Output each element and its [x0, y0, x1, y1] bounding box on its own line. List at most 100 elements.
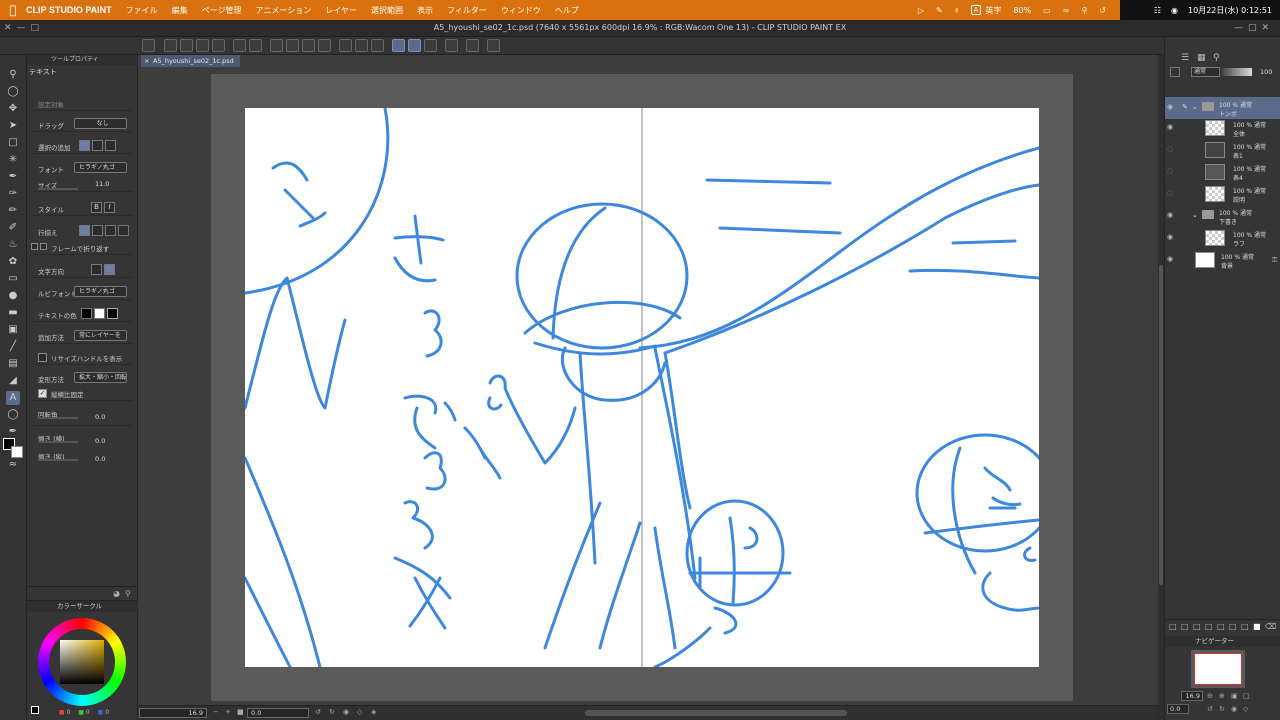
- visibility-eye-icon[interactable]: ◉: [1167, 103, 1176, 111]
- visibility-eye-icon[interactable]: ◉: [1167, 211, 1176, 219]
- gradient-tool-icon[interactable]: ▣: [6, 323, 20, 337]
- battery-icon[interactable]: ▭: [1043, 6, 1051, 15]
- nav-flip-icon[interactable]: ◇: [1243, 705, 1248, 713]
- clip-studio-icon[interactable]: [142, 39, 155, 52]
- size-value[interactable]: 11.0: [95, 180, 109, 188]
- menu-selection[interactable]: 選択範囲: [371, 5, 403, 16]
- snap-special-ruler-icon[interactable]: [408, 39, 421, 52]
- nav-zoom-out-icon[interactable]: ⊖: [1207, 692, 1213, 700]
- loading-icon[interactable]: [270, 39, 283, 52]
- close-tab-icon[interactable]: ×: [144, 55, 149, 67]
- ruler-tool-icon[interactable]: ◢: [6, 374, 20, 388]
- keep-ratio-checkbox[interactable]: ✓: [38, 389, 47, 398]
- control-center-icon[interactable]: ☷: [1154, 6, 1161, 15]
- text-color-main-swatch[interactable]: [81, 308, 92, 319]
- decoration-tool-icon[interactable]: ✿: [6, 255, 20, 269]
- deselect-icon[interactable]: [339, 39, 352, 52]
- auto-select-tool-icon[interactable]: ✳: [6, 153, 20, 167]
- mask-icon[interactable]: □: [1229, 622, 1237, 631]
- zoom-field[interactable]: 16.9: [139, 708, 207, 718]
- new-raster-layer-icon[interactable]: □: [1169, 622, 1177, 631]
- nav-rotate-right-icon[interactable]: ↻: [1219, 705, 1225, 713]
- resize-handle-checkbox[interactable]: [38, 353, 47, 362]
- fill-icon[interactable]: [302, 39, 315, 52]
- size-slider[interactable]: [38, 188, 78, 190]
- tool-property-header[interactable]: ツールプロパティ: [27, 55, 138, 65]
- save-icon[interactable]: [196, 39, 209, 52]
- navigator-rotation-field[interactable]: 0.0: [1167, 704, 1189, 714]
- saturation-value-square[interactable]: [60, 640, 104, 684]
- merge-down-icon[interactable]: □: [1217, 622, 1225, 631]
- eraser-tool-icon[interactable]: ▭: [6, 272, 20, 286]
- frame-wrap-checkbox[interactable]: [40, 243, 47, 250]
- expand-icon[interactable]: [31, 243, 38, 250]
- align-start-icon[interactable]: [79, 225, 90, 236]
- layer-tab-icon[interactable]: ☰: [1181, 53, 1189, 63]
- add-method-select[interactable]: 常にレイヤーを: [74, 330, 127, 341]
- invert-selection-icon[interactable]: [355, 39, 368, 52]
- transparent-color-icon[interactable]: ≈: [6, 458, 20, 472]
- eyedropper-tool-icon[interactable]: ✒: [6, 170, 20, 184]
- new-vector-layer-icon[interactable]: □: [1181, 622, 1189, 631]
- new-file-icon[interactable]: [164, 39, 177, 52]
- selection-new-icon[interactable]: [79, 140, 90, 151]
- color-circle-header[interactable]: カラーサークル: [27, 601, 138, 612]
- font-select[interactable]: ヒラギノ丸ゴ: [74, 162, 127, 173]
- rotate-left-icon[interactable]: ↺: [315, 708, 321, 716]
- menu-edit[interactable]: 編集: [172, 5, 188, 16]
- pencil-tool-icon[interactable]: ✏: [6, 204, 20, 218]
- fit-icon[interactable]: ■: [237, 708, 244, 716]
- hand-tool-icon[interactable]: ◯: [6, 85, 20, 99]
- visibility-eye-icon[interactable]: ◉: [1167, 123, 1176, 131]
- color-icon[interactable]: [445, 39, 458, 52]
- align-justify-icon[interactable]: [118, 225, 129, 236]
- clock[interactable]: 10月22日(水) 0:12:51: [1188, 5, 1272, 16]
- g-value[interactable]: 0: [86, 709, 90, 716]
- menu-animation[interactable]: アニメーション: [256, 5, 312, 16]
- layer-item-haikei[interactable]: ◉ 100 % 通常 背景 ⚿: [1165, 249, 1280, 271]
- visibility-eye-icon[interactable]: ◉: [1167, 233, 1176, 241]
- figure-tool-icon[interactable]: ╱: [6, 340, 20, 354]
- text-color-sub-swatch[interactable]: [94, 308, 105, 319]
- airbrush-tool-icon[interactable]: ♨: [6, 238, 20, 252]
- bold-button[interactable]: B: [91, 202, 102, 213]
- rotation-slider[interactable]: [38, 417, 78, 419]
- open-file-icon[interactable]: [180, 39, 193, 52]
- navigator-viewport[interactable]: [1194, 653, 1242, 685]
- zoom-tool-icon[interactable]: ⚲: [6, 68, 20, 82]
- lock-icon[interactable]: ⚿: [1272, 256, 1277, 265]
- sub-color-swatch[interactable]: [11, 446, 23, 458]
- color-swatch-icon[interactable]: [31, 706, 39, 714]
- layer-item-zentai[interactable]: ◉ 100 % 通常 全体: [1165, 117, 1280, 139]
- canvas-paper[interactable]: [245, 108, 1039, 667]
- reset-rotation-icon[interactable]: ◉: [343, 708, 349, 716]
- transform-select[interactable]: 拡大・縮小・回転: [74, 372, 127, 383]
- navigator-zoom-field[interactable]: 16.9: [1181, 691, 1203, 701]
- correct-line-tool-icon[interactable]: ✒: [6, 425, 20, 439]
- layer-property-icon[interactable]: ▦: [1197, 53, 1206, 63]
- delete-layer-icon[interactable]: ⌫: [1265, 622, 1276, 631]
- mask-layer-icon[interactable]: ■: [1253, 622, 1261, 631]
- ruler-icon[interactable]: □: [1241, 622, 1249, 631]
- nav-rotate-left-icon[interactable]: ↺: [1207, 705, 1213, 713]
- skew-h-slider[interactable]: [38, 441, 78, 443]
- nav-actual-size-icon[interactable]: □: [1243, 692, 1250, 700]
- expand-arrow-icon[interactable]: ⌄: [1192, 211, 1198, 219]
- drag-select[interactable]: なし: [74, 118, 127, 129]
- menu-window[interactable]: ウィンドウ: [501, 5, 541, 16]
- flip-icon[interactable]: ◇: [357, 708, 362, 716]
- layer-color-icon[interactable]: [1170, 67, 1180, 77]
- opacity-value[interactable]: 100: [1260, 68, 1272, 76]
- brush-tool-icon[interactable]: ✐: [6, 221, 20, 235]
- clear-icon[interactable]: [286, 39, 299, 52]
- layer-item-rafu[interactable]: ◉ 100 % 通常 ラフ: [1165, 227, 1280, 249]
- horizontal-scrollbar[interactable]: [585, 710, 847, 716]
- menu-layer[interactable]: レイヤー: [325, 5, 357, 16]
- battery-percent[interactable]: 80%: [1013, 6, 1031, 15]
- siri-icon[interactable]: ◉: [1171, 6, 1178, 15]
- undo-icon[interactable]: [233, 39, 246, 52]
- menu-file[interactable]: ファイル: [126, 5, 158, 16]
- document-tab[interactable]: × A5_hyoushi_se02_1c.psd: [141, 55, 240, 67]
- hue-wheel[interactable]: [38, 618, 126, 706]
- layer-item-hyo4[interactable]: ○ 100 % 通常 表4: [1165, 161, 1280, 183]
